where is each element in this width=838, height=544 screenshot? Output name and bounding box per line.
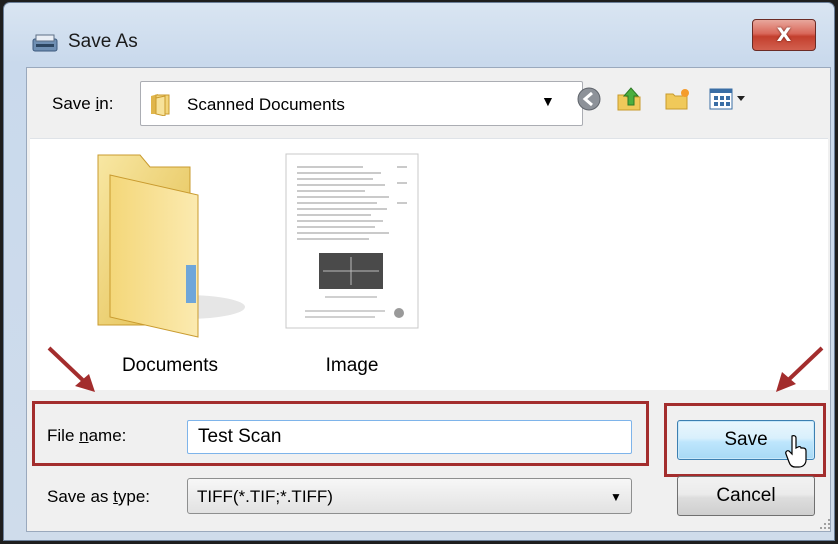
file-name-label: File name: <box>47 426 127 445</box>
save-as-dialog: Save As X Save in: Scanned Documents ▼ D… <box>3 2 835 541</box>
folder-icon <box>151 94 170 116</box>
back-icon[interactable] <box>575 85 603 113</box>
list-item[interactable]: Image <box>285 147 425 387</box>
close-button[interactable]: X <box>752 19 816 51</box>
chevron-down-icon: ▼ <box>610 490 622 504</box>
save-in-location: Scanned Documents <box>187 95 345 114</box>
save-as-type-value: TIFF(*.TIF;*.TIFF) <box>197 487 333 506</box>
dialog-body: Save in: Scanned Documents ▼ Documents I… <box>26 67 831 532</box>
new-folder-icon[interactable] <box>663 85 691 113</box>
file-name: Documents <box>121 355 219 376</box>
chevron-down-icon: ▼ <box>541 93 555 109</box>
file-name: Image <box>325 355 379 376</box>
close-icon: X <box>776 24 792 46</box>
save-as-type-label: Save as type: <box>47 487 151 506</box>
mouse-cursor-icon <box>785 435 807 468</box>
cancel-button[interactable]: Cancel <box>677 476 815 516</box>
annotation-arrow <box>776 346 824 392</box>
image-thumbnail <box>285 153 419 329</box>
view-menu-icon[interactable] <box>707 85 751 113</box>
resize-grip-icon[interactable] <box>819 518 831 530</box>
save-as-type-dropdown[interactable]: TIFF(*.TIF;*.TIFF) ▼ <box>187 478 632 514</box>
up-folder-icon[interactable] <box>615 85 643 113</box>
dialog-title: Save As <box>68 31 138 52</box>
save-in-label: Save in: <box>52 94 114 113</box>
annotation-arrow <box>47 346 95 392</box>
scanner-icon <box>32 34 58 52</box>
title-bar[interactable]: Save As X <box>4 3 834 63</box>
file-list-view[interactable]: Documents Image <box>30 138 828 390</box>
save-in-dropdown[interactable]: Scanned Documents ▼ <box>140 81 583 126</box>
folder-icon <box>97 154 245 338</box>
file-name-input[interactable] <box>187 420 632 454</box>
